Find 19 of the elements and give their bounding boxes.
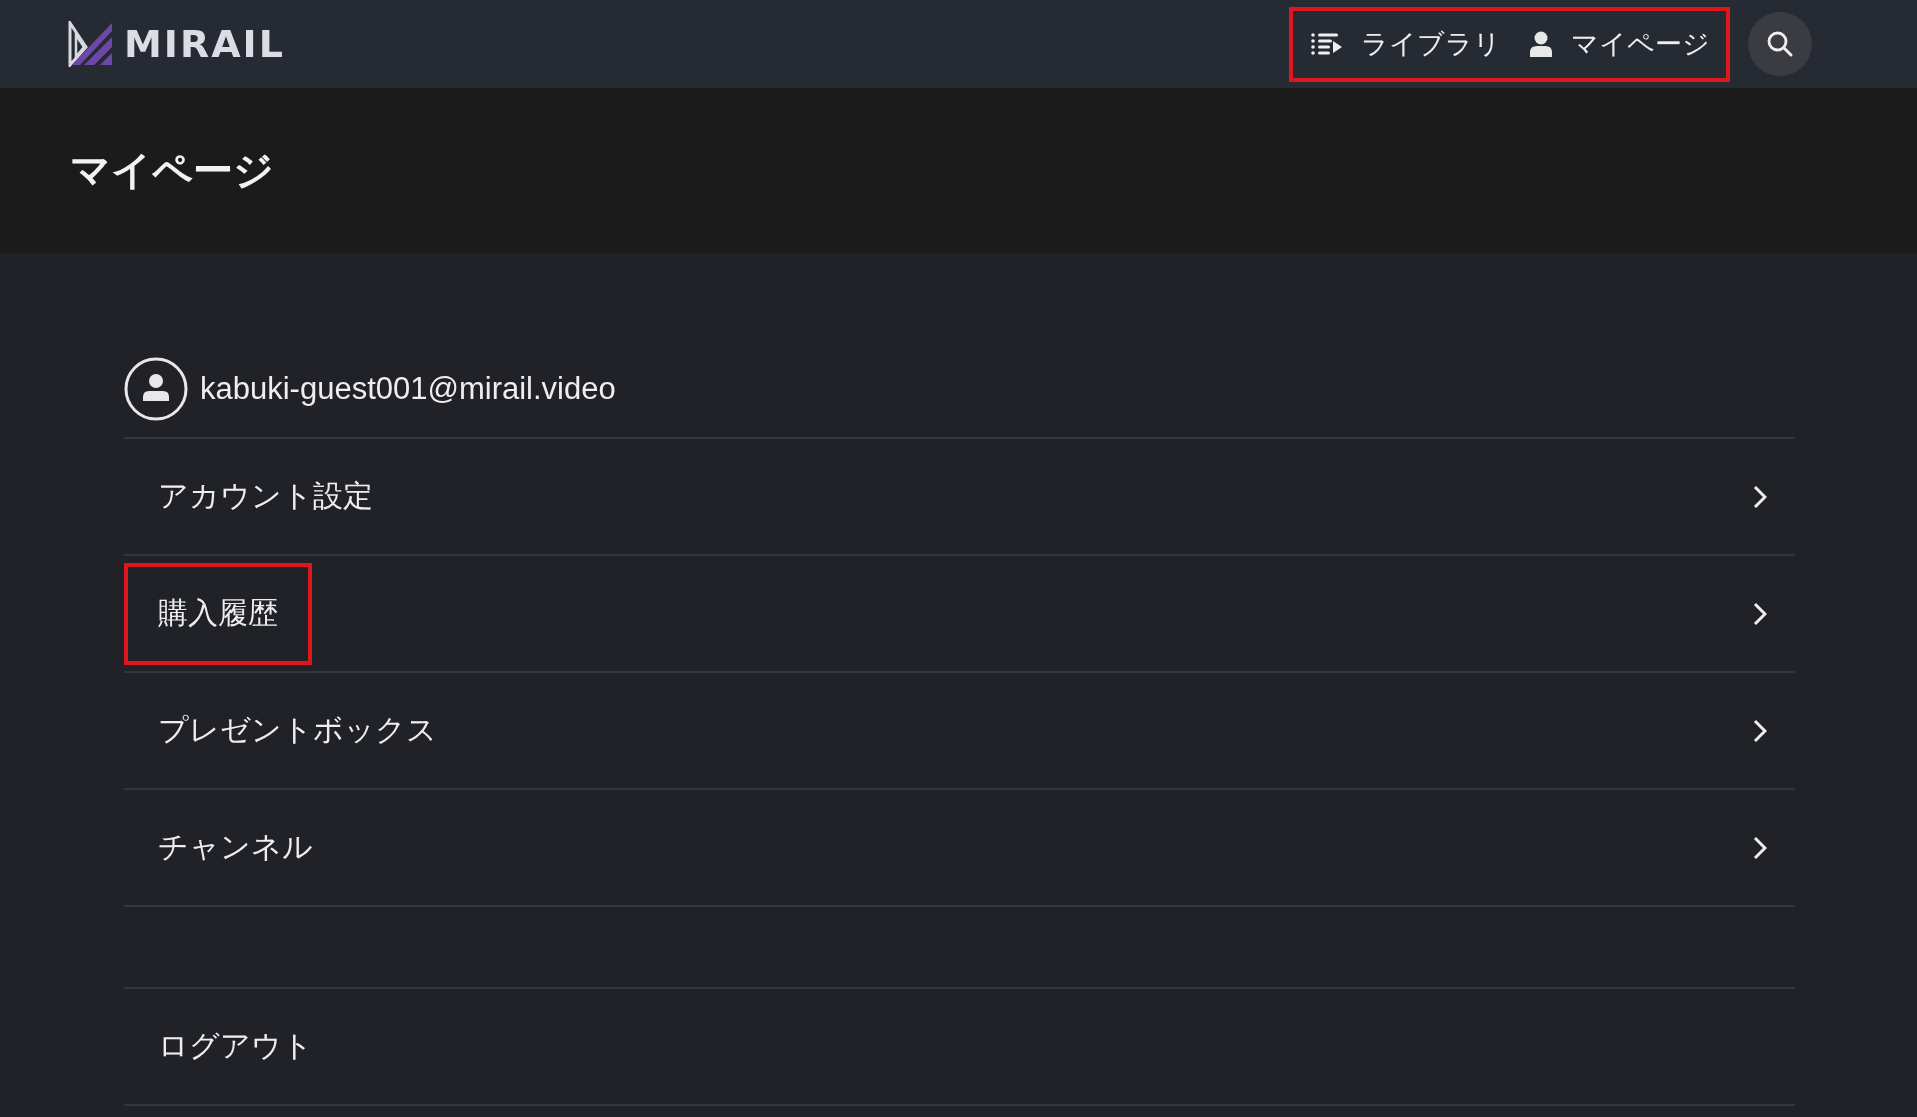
chevron-right-icon — [1753, 601, 1767, 626]
search-icon — [1766, 30, 1794, 58]
menu-item[interactable]: チャンネル — [124, 790, 1795, 907]
menu-item[interactable]: プレゼントボックス — [124, 673, 1795, 790]
chevron-right-icon — [1753, 718, 1767, 743]
account-icon — [124, 357, 188, 421]
menu-item[interactable]: アカウント設定 — [124, 439, 1795, 556]
logout-item[interactable]: ログアウト — [124, 989, 1795, 1106]
logo-text[interactable]: MIRAIL — [124, 22, 285, 66]
chevron-right-icon — [1753, 835, 1767, 860]
mypage-link[interactable]: マイページ — [1529, 26, 1710, 62]
chevron-right-icon — [1753, 484, 1767, 509]
account-email: kabuki-guest001@mirail.video — [200, 371, 616, 407]
playlist-icon — [1311, 33, 1343, 55]
user-icon — [1529, 31, 1553, 57]
page-title: マイページ — [70, 146, 274, 195]
library-link[interactable]: ライブラリ — [1311, 26, 1501, 62]
logo-icon — [68, 21, 114, 67]
menu-item[interactable]: 購入履歴 — [124, 556, 1795, 673]
